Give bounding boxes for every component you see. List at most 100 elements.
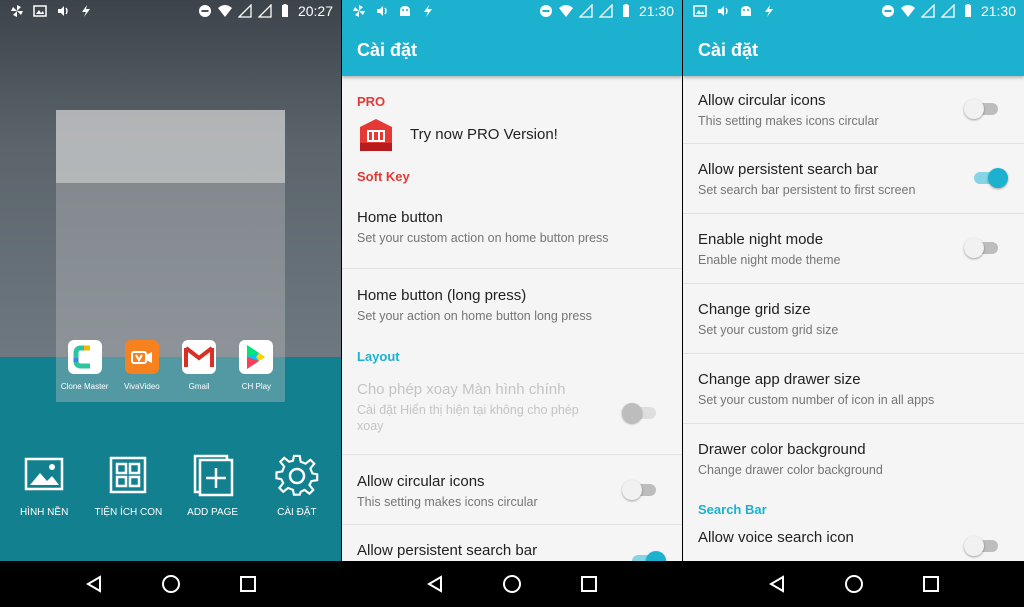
section-header-search-bar: Search Bar bbox=[698, 502, 767, 517]
gear-icon bbox=[275, 454, 319, 496]
android-icon bbox=[741, 6, 751, 16]
setting-subtitle: Set your action on home button long pres… bbox=[357, 309, 592, 323]
app-label: CH Play bbox=[241, 382, 272, 391]
back-button[interactable] bbox=[425, 574, 445, 594]
vivavideo-icon bbox=[124, 340, 159, 374]
circular-icons-toggle[interactable] bbox=[964, 93, 998, 123]
status-time: 20:27 bbox=[297, 3, 333, 19]
tool-label: CÀI ĐẶT bbox=[277, 507, 317, 518]
setting-app-drawer-size[interactable]: Change app drawer size Set your custom n… bbox=[683, 354, 1024, 424]
app-gmail[interactable]: Gmail bbox=[171, 340, 227, 391]
section-header-soft-key: Soft Key bbox=[357, 169, 410, 184]
status-time: 21:30 bbox=[980, 3, 1016, 19]
home-icon bbox=[161, 575, 180, 593]
setting-rotate-home-screen[interactable]: Cho phép xoay Màn hình chính Cài đặt Hiể… bbox=[342, 375, 682, 455]
page-title: Cài đặt bbox=[698, 40, 759, 60]
home-icon bbox=[502, 575, 521, 593]
back-icon bbox=[427, 575, 443, 593]
dock: Clone Master VivaVideo Gmail CH Play bbox=[56, 340, 285, 391]
setting-home-button[interactable]: Home button Set your custom action on ho… bbox=[342, 199, 682, 269]
settings-button[interactable]: CÀI ĐẶT bbox=[255, 453, 339, 518]
preview-widget-area bbox=[56, 110, 285, 183]
setting-persistent-search-bar[interactable]: Allow persistent search bar Set search b… bbox=[683, 144, 1024, 214]
home-button[interactable] bbox=[161, 574, 181, 594]
signal-icon bbox=[578, 4, 593, 18]
setting-night-mode[interactable]: Enable night mode Enable night mode them… bbox=[683, 214, 1024, 284]
signal-icon-2 bbox=[598, 4, 613, 18]
recents-button[interactable] bbox=[579, 574, 599, 594]
pro-app-icon bbox=[360, 119, 392, 151]
app-vivavideo[interactable]: VivaVideo bbox=[114, 340, 170, 391]
settings-list: Allow circular icons This setting makes … bbox=[683, 76, 1024, 561]
setting-subtitle: Set your custom number of icon in all ap… bbox=[698, 393, 935, 407]
setting-subtitle: Cài đặt Hiển thị hiện tại không cho phép… bbox=[357, 403, 579, 433]
settings-list: PRO Try now PRO Version! Soft Key Home b… bbox=[342, 76, 682, 561]
setting-title: Home button bbox=[357, 209, 443, 226]
recents-icon bbox=[922, 576, 939, 592]
setting-circular-icons[interactable]: Allow circular icons This setting makes … bbox=[683, 76, 1024, 144]
app-clone-master[interactable]: Clone Master bbox=[57, 340, 113, 391]
persistent-search-toggle[interactable] bbox=[632, 545, 666, 561]
home-button[interactable] bbox=[502, 574, 522, 594]
flash-icon bbox=[765, 5, 773, 17]
status-time: 21:30 bbox=[638, 3, 674, 19]
section-header-layout: Layout bbox=[357, 349, 400, 364]
app-label: Gmail bbox=[188, 382, 210, 391]
wallpaper-button[interactable]: HÌNH NỀN bbox=[2, 453, 86, 518]
settings-screen-1: 21:30 Cài đặt PRO Try now PRO Version! S… bbox=[342, 0, 682, 607]
volume-icon bbox=[718, 6, 728, 16]
pro-version-row[interactable]: Try now PRO Version! bbox=[342, 113, 682, 169]
navigation-bar bbox=[0, 561, 341, 607]
home-button[interactable] bbox=[844, 574, 864, 594]
setting-title: Change app drawer size bbox=[698, 371, 861, 388]
widgets-button[interactable]: TIỆN ÍCH CON bbox=[86, 453, 170, 518]
recents-icon bbox=[580, 576, 597, 592]
setting-title: Drawer color background bbox=[698, 441, 866, 458]
setting-circular-icons[interactable]: Allow circular icons This setting makes … bbox=[342, 455, 682, 525]
pinwheel-icon bbox=[353, 5, 365, 17]
gmail-icon bbox=[182, 340, 217, 374]
recents-button[interactable] bbox=[238, 574, 258, 594]
edit-toolbar: HÌNH NỀN TIỆN ÍCH CON ADD PAGE CÀI ĐẶT bbox=[0, 453, 341, 518]
setting-grid-size[interactable]: Change grid size Set your custom grid si… bbox=[683, 284, 1024, 354]
do-not-disturb-icon bbox=[539, 5, 552, 17]
signal-icon-2 bbox=[940, 4, 955, 18]
setting-drawer-color[interactable]: Drawer color background Change drawer co… bbox=[683, 424, 1024, 494]
volume-icon bbox=[58, 6, 68, 16]
battery-icon bbox=[964, 4, 971, 17]
do-not-disturb-icon bbox=[881, 5, 894, 17]
navigation-bar bbox=[683, 561, 1024, 607]
night-mode-toggle[interactable] bbox=[964, 232, 998, 262]
pinwheel-icon bbox=[11, 5, 23, 17]
android-icon bbox=[400, 6, 410, 16]
tool-label: ADD PAGE bbox=[187, 507, 239, 518]
persistent-search-toggle[interactable] bbox=[974, 162, 1008, 192]
setting-title: Home button (long press) bbox=[357, 287, 527, 304]
image-notification-icon bbox=[693, 5, 707, 17]
do-not-disturb-icon bbox=[198, 5, 211, 17]
setting-subtitle: Change drawer color background bbox=[698, 463, 883, 477]
recents-button[interactable] bbox=[921, 574, 941, 594]
back-button[interactable] bbox=[84, 574, 104, 594]
setting-home-button-long-press[interactable]: Home button (long press) Set your action… bbox=[342, 269, 682, 339]
voice-search-toggle[interactable] bbox=[964, 530, 998, 560]
back-icon bbox=[85, 575, 101, 593]
settings-screen-2: 21:30 Cài đặt Allow circular icons This … bbox=[683, 0, 1024, 607]
signal-icon bbox=[920, 4, 935, 18]
setting-subtitle: Set your custom action on home button pr… bbox=[357, 231, 609, 245]
add-page-button[interactable]: ADD PAGE bbox=[171, 453, 255, 518]
signal-icon bbox=[237, 4, 252, 18]
back-button[interactable] bbox=[767, 574, 787, 594]
wifi-icon bbox=[900, 5, 915, 17]
setting-voice-search-icon[interactable]: Allow voice search icon bbox=[683, 528, 1024, 561]
circular-icons-toggle[interactable] bbox=[622, 474, 656, 504]
tool-label: HÌNH NỀN bbox=[19, 507, 69, 518]
rotate-toggle[interactable] bbox=[622, 397, 656, 427]
image-icon bbox=[24, 457, 64, 491]
pro-version-text: Try now PRO Version! bbox=[410, 126, 558, 143]
app-ch-play[interactable]: CH Play bbox=[228, 340, 284, 391]
home-page-preview[interactable]: Clone Master VivaVideo Gmail CH Play bbox=[56, 110, 285, 402]
setting-persistent-search-bar[interactable]: Allow persistent search bar bbox=[342, 525, 682, 561]
app-label: VivaVideo bbox=[124, 382, 160, 391]
app-bar: 21:30 Cài đặt bbox=[683, 0, 1024, 76]
